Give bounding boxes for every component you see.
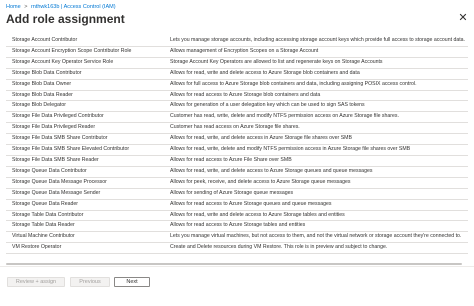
role-name-cell: Storage File Data Privileged Contributor bbox=[6, 111, 164, 124]
breadcrumb-resource-link[interactable]: rnthwk163b | Access Control (IAM) bbox=[31, 4, 116, 10]
role-description-cell: Allows for read access to Azure Storage … bbox=[164, 220, 468, 233]
role-name-cell: Storage File Data Privileged Reader bbox=[6, 122, 164, 135]
role-description-cell: Allows for read access to Azure Storage … bbox=[164, 90, 468, 102]
table-horizontal-scrollbar[interactable] bbox=[6, 262, 468, 265]
table-row[interactable]: VM Restore Operator Create and Delete res… bbox=[6, 242, 468, 255]
role-description-cell: Allows for generation of a user delegati… bbox=[164, 100, 468, 113]
table-row[interactable]: Storage Account Encryption Scope Contrib… bbox=[6, 46, 468, 58]
table-row[interactable]: Storage Blob Data Contributor Allows for … bbox=[6, 68, 468, 80]
role-name-cell: Storage Queue Data Reader bbox=[6, 199, 164, 211]
roles-table-body: Storage Account Contributor Lets you mana… bbox=[6, 36, 468, 262]
table-row[interactable]: Storage File Data SMB Share Elevated Con… bbox=[6, 144, 468, 156]
table-row[interactable]: Storage Queue Data Message Sender Allows … bbox=[6, 188, 468, 200]
role-name-cell: Virtual Machine Contributor bbox=[6, 231, 164, 244]
role-name-cell: Storage Table Data Contributor bbox=[6, 210, 164, 222]
role-description-cell: Allows for read, write, and delete acces… bbox=[164, 133, 468, 146]
role-name-cell: Storage Account Contributor bbox=[6, 36, 164, 47]
role-name-cell: Storage Table Data Reader bbox=[6, 220, 164, 233]
table-row[interactable]: Storage Queue Data Message Processor Allo… bbox=[6, 177, 468, 189]
role-name-cell: Storage Account Key Operator Service Rol… bbox=[6, 57, 164, 69]
table-row[interactable]: Storage File Data SMB Share Reader Allows… bbox=[6, 155, 468, 167]
role-name-cell: Storage Blob Data Contributor bbox=[6, 68, 164, 80]
table-row[interactable]: Storage Table Data Contributor Allows for… bbox=[6, 210, 468, 222]
table-row[interactable]: Storage Account Contributor Lets you mana… bbox=[6, 36, 468, 47]
role-description-cell: Allows for read access to Azure File Sha… bbox=[164, 155, 468, 167]
role-description-cell: Customer has read, write, delete and mod… bbox=[164, 111, 468, 124]
role-description-cell: Customer has read access on Azure Storag… bbox=[164, 122, 468, 135]
role-description-cell: Allows for sending of Azure Storage queu… bbox=[164, 188, 468, 200]
role-name-cell: Storage Blob Data Owner bbox=[6, 79, 164, 91]
table-row[interactable]: Storage Blob Data Owner Allows for full a… bbox=[6, 79, 468, 91]
role-description-cell: Storage Account Key Operators are allowe… bbox=[164, 57, 468, 69]
roles-table: Storage Account Contributor Lets you mana… bbox=[6, 36, 468, 262]
role-description-cell: Allows for read, write and delete access… bbox=[164, 210, 468, 222]
role-description-cell: Lets you manage storage accounts, includ… bbox=[164, 36, 468, 47]
role-description-cell: Allows for full access to Azure Storage … bbox=[164, 79, 468, 91]
add-role-assignment-page: Home > rnthwk163b | Access Control (IAM)… bbox=[0, 0, 474, 306]
review-assign-button[interactable]: Review + assign bbox=[7, 277, 65, 287]
next-button[interactable]: Next bbox=[114, 277, 150, 287]
breadcrumb: Home > rnthwk163b | Access Control (IAM) bbox=[6, 3, 116, 11]
table-row[interactable]: Storage Queue Data Reader Allows for read… bbox=[6, 199, 468, 211]
page-title: Add role assignment bbox=[6, 12, 125, 26]
role-description-cell: Lets you manage virtual machines, but no… bbox=[164, 231, 468, 244]
role-name-cell: Storage Blob Data Reader bbox=[6, 90, 164, 102]
table-row[interactable]: Virtual Machine Contributor Lets you mana… bbox=[6, 231, 468, 244]
role-name-cell bbox=[6, 253, 164, 262]
breadcrumb-home-link[interactable]: Home bbox=[6, 4, 21, 10]
table-row[interactable]: Storage File Data SMB Share Contributor A… bbox=[6, 133, 468, 146]
role-description-cell: Allows management of Encryption Scopes o… bbox=[164, 46, 468, 58]
table-row[interactable]: Storage Blob Data Reader Allows for read … bbox=[6, 90, 468, 102]
role-name-cell: Storage File Data SMB Share Contributor bbox=[6, 133, 164, 146]
role-description-cell bbox=[164, 253, 468, 262]
breadcrumb-separator: > bbox=[24, 4, 28, 10]
role-name-cell: Storage Account Encryption Scope Contrib… bbox=[6, 46, 164, 58]
role-description-cell: Create and Delete resources during VM Re… bbox=[164, 242, 468, 255]
table-row[interactable] bbox=[6, 253, 468, 262]
scrollbar-thumb[interactable] bbox=[6, 263, 462, 265]
role-description-cell: Allows for read, write, delete and modif… bbox=[164, 144, 468, 156]
roles-table-container: Storage Account Contributor Lets you mana… bbox=[6, 36, 468, 262]
role-name-cell: Storage Queue Data Contributor bbox=[6, 166, 164, 178]
role-name-cell: VM Restore Operator bbox=[6, 242, 164, 255]
table-row[interactable]: Storage Account Key Operator Service Rol… bbox=[6, 57, 468, 69]
role-name-cell: Storage File Data SMB Share Reader bbox=[6, 155, 164, 167]
table-row[interactable]: Storage Blob Delegator Allows for generat… bbox=[6, 100, 468, 113]
table-row[interactable]: Storage File Data Privileged Reader Custo… bbox=[6, 122, 468, 135]
role-name-cell: Storage Queue Data Message Sender bbox=[6, 188, 164, 200]
table-row[interactable]: Storage Queue Data Contributor Allows for… bbox=[6, 166, 468, 178]
role-name-cell: Storage Blob Delegator bbox=[6, 100, 164, 113]
role-name-cell: Storage File Data SMB Share Elevated Con… bbox=[6, 144, 164, 156]
role-name-cell: Storage Queue Data Message Processor bbox=[6, 177, 164, 189]
role-description-cell: Allows for read, write and delete access… bbox=[164, 68, 468, 80]
table-row[interactable]: Storage File Data Privileged Contributor… bbox=[6, 111, 468, 124]
role-description-cell: Allows for read access to Azure Storage … bbox=[164, 199, 468, 211]
close-icon[interactable]: ✕ bbox=[457, 12, 469, 24]
role-description-cell: Allows for peek, receive, and delete acc… bbox=[164, 177, 468, 189]
footer-bar: Review + assign Previous Next bbox=[0, 266, 474, 306]
role-description-cell: Allows for read, write, and delete acces… bbox=[164, 166, 468, 178]
table-row[interactable]: Storage Table Data Reader Allows for read… bbox=[6, 220, 468, 233]
previous-button[interactable]: Previous bbox=[70, 277, 110, 287]
